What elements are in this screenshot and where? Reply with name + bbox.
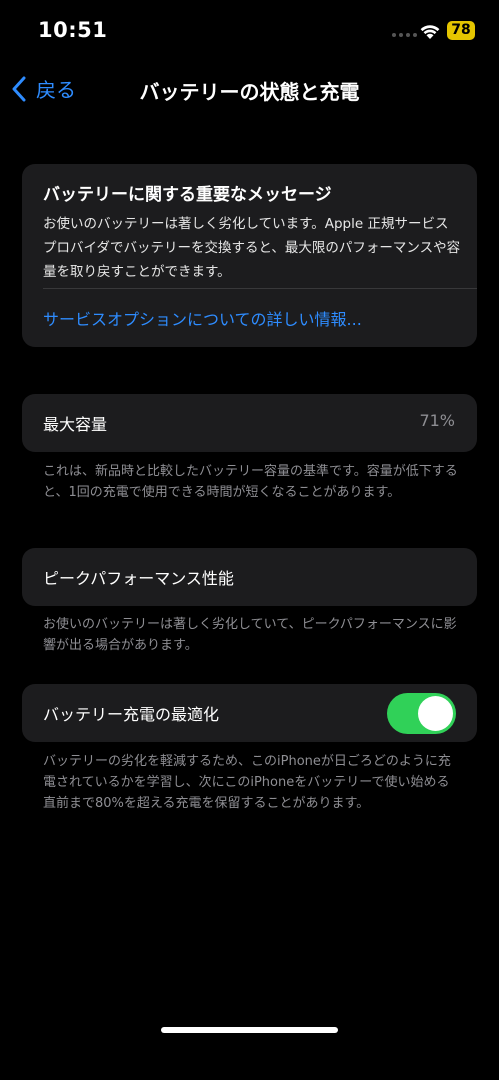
cellular-signal-icon <box>392 33 417 37</box>
optimized-charging-label: バッテリー充電の最適化 <box>43 705 220 724</box>
optimized-charging-row: バッテリー充電の最適化 <box>22 684 477 742</box>
peak-performance-row: ピークパフォーマンス性能 <box>22 548 477 606</box>
max-capacity-value: 71% <box>419 411 455 430</box>
home-indicator[interactable] <box>161 1027 338 1033</box>
status-bar: 10:51 78 <box>0 0 499 60</box>
optimized-charging-toggle[interactable] <box>387 693 456 734</box>
toggle-knob <box>418 696 453 731</box>
max-capacity-row: 最大容量 71% <box>22 394 477 452</box>
navigation-bar: 戻る バッテリーの状態と充電 <box>0 64 499 114</box>
max-capacity-label: 最大容量 <box>43 415 108 434</box>
peak-performance-footnote: お使いのバッテリーは著しく劣化していて、ピークパフォーマンスに影響が出る場合があ… <box>43 617 457 653</box>
divider <box>43 288 477 289</box>
service-options-link[interactable]: サービスオプションについての詳しい情報... <box>43 306 362 330</box>
message-title: バッテリーに関する重要なメッセージ <box>43 185 332 205</box>
max-capacity-footnote: これは、新品時と比較したバッテリー容量の基準です。容量が低下すると、1回の充電で… <box>43 464 458 500</box>
battery-icon: 78 <box>447 21 475 40</box>
important-message-card: バッテリーに関する重要なメッセージ お使いのバッテリーは著しく劣化しています。A… <box>22 164 477 347</box>
message-body: お使いのバッテリーは著しく劣化しています。Apple 正規サービスプロバイダでバ… <box>43 216 461 280</box>
wifi-icon <box>420 25 440 39</box>
peak-performance-label: ピークパフォーマンス性能 <box>43 569 234 588</box>
optimized-charging-footnote: バッテリーの劣化を軽減するため、このiPhoneが日ごろどのように充電されている… <box>43 754 451 811</box>
status-time: 10:51 <box>38 18 108 42</box>
page-title: バッテリーの状態と充電 <box>139 80 360 104</box>
